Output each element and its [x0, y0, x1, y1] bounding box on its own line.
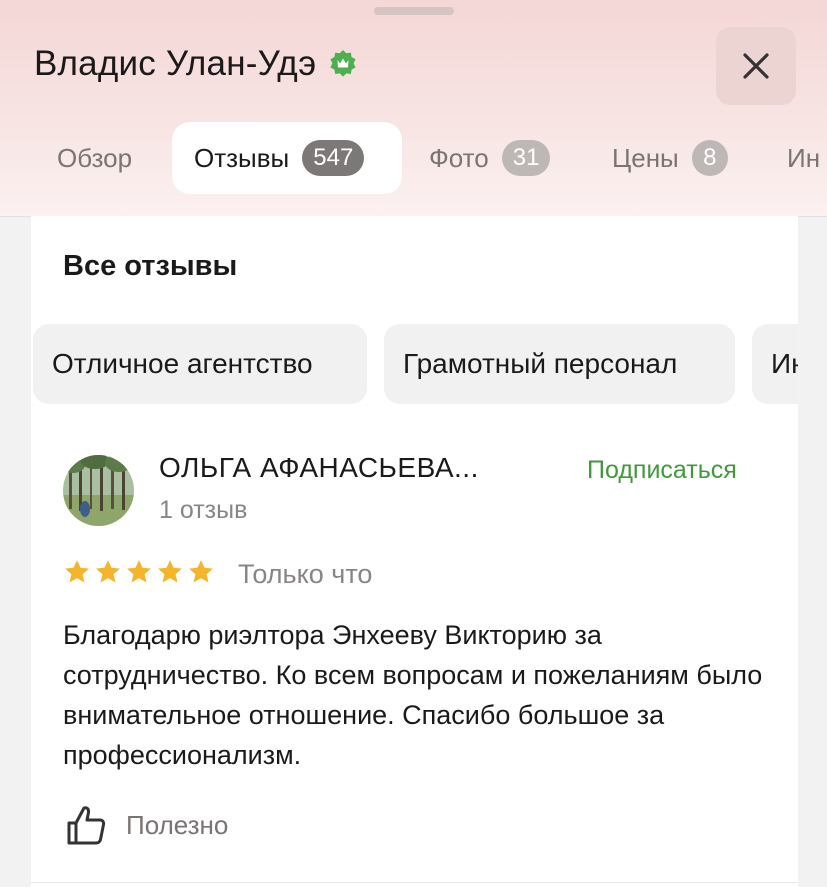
subscribe-button[interactable]: Подписаться: [587, 456, 737, 485]
tab-count-badge: 547: [302, 140, 365, 176]
place-title: Владис Улан-Удэ: [34, 44, 358, 84]
thumbs-up-icon: [67, 806, 106, 845]
tab-label: Обзор: [57, 142, 133, 173]
all-reviews-title: Все отзывы: [63, 250, 238, 282]
author-review-count: 1 отзыв: [159, 496, 248, 524]
chip-more[interactable]: Ин: [752, 324, 798, 404]
place-header: Владис Улан-Удэ Обзор Отзывы 547 Фото 31…: [0, 0, 827, 217]
helpful-button[interactable]: Полезно: [66, 804, 228, 846]
review-divider: [31, 882, 798, 883]
star-icon: [127, 560, 151, 583]
tab-bar: Обзор Отзывы 547 Фото 31 Цены 8 Ин: [0, 122, 827, 194]
star-icon: [65, 560, 89, 583]
tab-info[interactable]: Ин: [765, 122, 827, 194]
tab-label: Фото: [429, 142, 489, 173]
verified-badge-icon: [330, 50, 356, 77]
tab-count-badge: 8: [691, 140, 728, 176]
author-name[interactable]: ОЛЬГА АФАНАСЬЕВА...: [159, 452, 479, 484]
sheet-grabber[interactable]: [374, 7, 454, 15]
tab-label: Ин: [787, 142, 821, 173]
avatar-photo: [63, 455, 134, 526]
tab-count-badge: 31: [501, 140, 551, 176]
review-text: Благодарю риэлтора Энхееву Викторию за с…: [63, 620, 763, 770]
tab-label: Цены: [612, 142, 679, 173]
author-avatar[interactable]: [63, 455, 134, 526]
helpful-label: Полезно: [126, 809, 229, 840]
star-icon: [158, 560, 182, 583]
rating-stars: [63, 558, 215, 586]
tab-prices[interactable]: Цены 8: [590, 122, 750, 194]
chip-excellent-agency[interactable]: Отличное агентство: [33, 324, 367, 404]
review-time: Только что: [238, 559, 373, 589]
tab-overview[interactable]: Обзор: [35, 122, 154, 194]
close-icon: [743, 53, 769, 79]
tab-label: Отзывы: [194, 142, 290, 173]
close-button[interactable]: [716, 27, 796, 105]
tab-reviews[interactable]: Отзывы 547: [172, 122, 402, 194]
chip-competent-staff[interactable]: Грамотный персонал: [384, 324, 735, 404]
review-topic-chips: Отличное агентство Грамотный персонал Ин: [33, 324, 798, 404]
reviews-card: [31, 216, 798, 887]
star-icon: [189, 560, 213, 583]
tab-photos[interactable]: Фото 31: [407, 122, 572, 194]
place-title-text: Владис Улан-Удэ: [34, 44, 317, 83]
star-icon: [96, 560, 120, 583]
